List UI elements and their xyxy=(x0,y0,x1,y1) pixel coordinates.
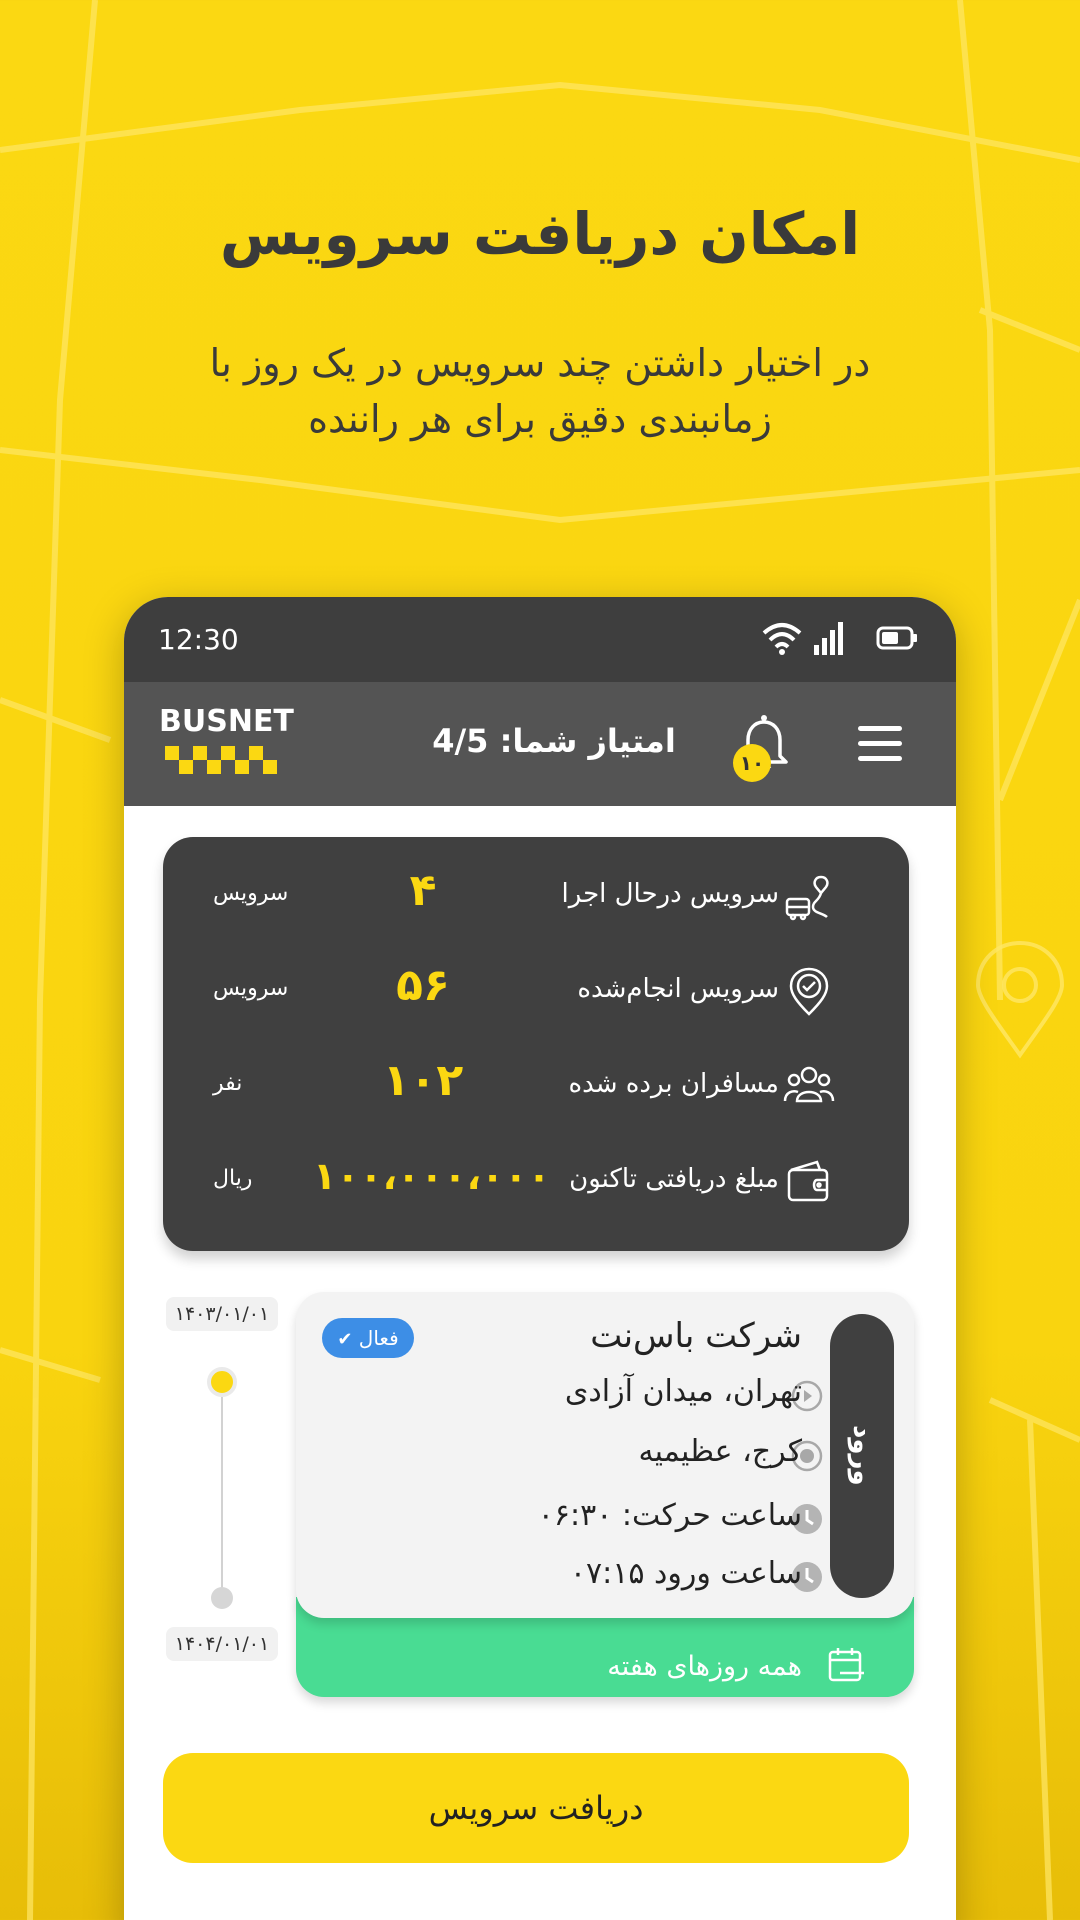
destination-text: کرج، عظیمیه xyxy=(638,1434,802,1469)
headline: امکان دریافت سرویس xyxy=(219,200,861,268)
notification-badge: ۱۰ xyxy=(733,744,771,782)
company-name: شرکت باس‌نت xyxy=(590,1316,802,1356)
stat-value: ۱۰۲ xyxy=(382,1055,464,1106)
status-badge: فعال ✔ xyxy=(322,1318,414,1358)
stat-unit: نفر xyxy=(213,1071,243,1096)
stat-label: مبلغ دریافتی تاکنون xyxy=(569,1164,779,1194)
wifi-icon xyxy=(762,623,802,655)
arrival-row: ساعت ورود ۰۷:۱۵ xyxy=(570,1556,802,1596)
logo-text: BUSNET xyxy=(159,704,294,739)
status-time: 12:30 xyxy=(158,623,239,656)
stat-unit: سرویس xyxy=(213,881,289,906)
stat-label: سرویس انجام‌شده xyxy=(577,974,779,1004)
app-bar: BUSNET امتیاز شما: 4/5 ۱۰ xyxy=(124,682,956,806)
subtitle-line-1: در اختیار داشتن چند سرویس در یک روز با xyxy=(209,341,871,385)
bus-route-icon xyxy=(785,875,829,921)
schedule-text: همه روزهای هفته xyxy=(607,1651,802,1682)
stat-unit: ریال xyxy=(213,1166,253,1191)
stat-row-passengers: مسافران برده شده ۱۰۲ نفر xyxy=(163,1047,909,1127)
score-display: امتیاز شما: 4/5 xyxy=(432,722,676,760)
enter-label: ورود xyxy=(847,1425,877,1486)
stat-row-amount: مبلغ دریافتی تاکنون ۱۰۰،۰۰۰،۰۰۰ ریال xyxy=(163,1142,909,1222)
stat-value: ۵۶ xyxy=(396,960,450,1011)
departure-row: ساعت حرکت: ۰۶:۳۰ xyxy=(538,1498,802,1538)
status-bar: 12:30 xyxy=(124,597,956,682)
timeline-end-dot xyxy=(211,1587,233,1609)
people-icon xyxy=(783,1066,835,1103)
stat-row-completed: سرویس انجام‌شده ۵۶ سرویس xyxy=(163,952,909,1032)
date-timeline: ۱۴۰۳/۰۱/۰۱ ۱۴۰۴/۰۱/۰۱ xyxy=(160,1297,290,1661)
stats-card: سرویس درحال اجرا ۴ سرویس سرویس انجام‌شده… xyxy=(163,837,909,1251)
stat-value: ۱۰۰،۰۰۰،۰۰۰ xyxy=(313,1154,551,1198)
stat-label: مسافران برده شده xyxy=(568,1069,779,1099)
battery-icon xyxy=(876,626,917,650)
timeline-line xyxy=(221,1397,223,1597)
phone-frame: 12:30 BUSNET امتیاز شما: 4/5 ۱۰ سرویس در… xyxy=(124,597,956,1920)
timeline-start-dot xyxy=(207,1367,237,1397)
get-service-button[interactable]: دریافت سرویس xyxy=(163,1753,909,1863)
enter-button[interactable]: ورود xyxy=(830,1314,894,1598)
stat-row-active: سرویس درحال اجرا ۴ سرویس xyxy=(163,857,909,937)
subtitle-line-2: زمانبندی دقیق برای هر راننده xyxy=(308,397,772,441)
destination-row: کرج، عظیمیه xyxy=(639,1434,802,1474)
start-date: ۱۴۰۳/۰۱/۰۱ xyxy=(166,1297,278,1331)
check-icon: ✔ xyxy=(337,1329,353,1350)
stat-unit: سرویس xyxy=(213,976,289,1001)
service-card[interactable]: ورود شرکت باس‌نت فعال ✔ تهران، میدان آزا… xyxy=(296,1292,914,1618)
signal-icon xyxy=(814,622,843,655)
origin-row: تهران، میدان آزادی xyxy=(565,1374,802,1414)
wallet-icon xyxy=(787,1160,829,1202)
subtitle: در اختیار داشتن چند سرویس در یک روز با ز… xyxy=(180,335,900,447)
origin-text: تهران، میدان آزادی xyxy=(564,1374,802,1409)
end-date: ۱۴۰۴/۰۱/۰۱ xyxy=(166,1627,278,1661)
arrival-text: ساعت ورود ۰۷:۱۵ xyxy=(569,1556,802,1591)
menu-icon[interactable] xyxy=(858,726,904,762)
status-badge-label: فعال xyxy=(358,1326,399,1350)
busnet-logo: BUSNET xyxy=(159,704,294,784)
departure-text: ساعت حرکت: ۰۶:۳۰ xyxy=(537,1498,802,1533)
location-check-icon xyxy=(789,967,829,1016)
calendar-icon xyxy=(828,1648,864,1682)
stat-label: سرویس درحال اجرا xyxy=(561,879,779,909)
stat-value: ۴ xyxy=(409,865,437,916)
checker-pattern xyxy=(165,746,277,774)
